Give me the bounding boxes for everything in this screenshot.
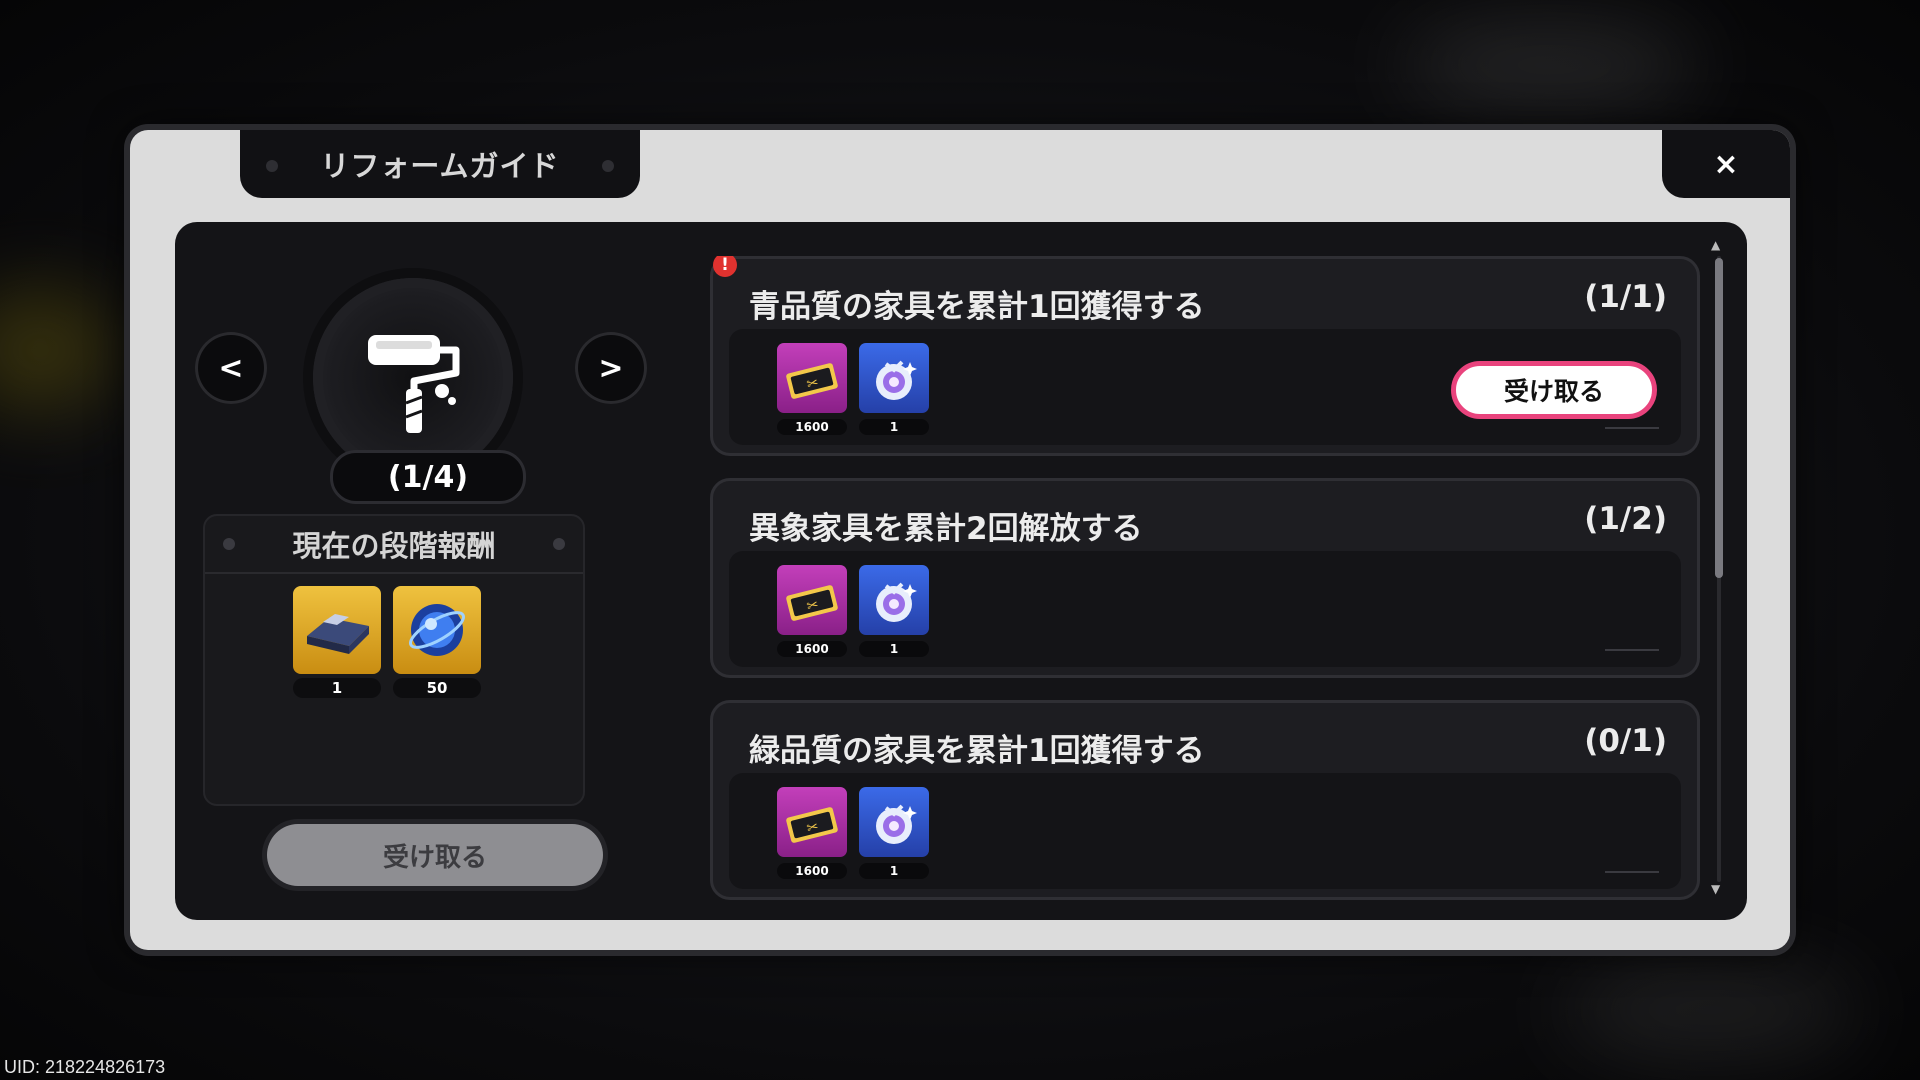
next-stage-button[interactable]: >: [575, 332, 647, 404]
scroll-up-icon: ▲: [1711, 238, 1721, 252]
paint-roller-icon: [368, 335, 460, 433]
decor-dot: [223, 538, 235, 550]
current-stage-reward-header: 現在の段階報酬: [205, 516, 583, 574]
quest-reward-area: ✂ 1600 1: [729, 551, 1681, 667]
quest-reward-area: ✂ 1600 1 受け取る: [729, 329, 1681, 445]
reward-item-count: 1: [293, 678, 381, 698]
ticket-icon: ✂: [786, 807, 838, 843]
quest-reward-count: 1600: [777, 419, 847, 435]
quest-list: 青品質の家具を累計1回獲得する (1/1) ✂ 1600 1 受け取る ! 異象…: [710, 256, 1705, 908]
quest-reward-ticket[interactable]: ✂: [777, 343, 847, 413]
quest-list-scrollbar[interactable]: ▲ ▼: [1711, 238, 1723, 896]
chevron-left-icon: <: [218, 350, 244, 386]
quest-reward-count: 1: [859, 419, 929, 435]
claim-quest-button[interactable]: 受け取る: [1451, 361, 1657, 419]
quest-reward-area: ✂ 1600 1: [729, 773, 1681, 889]
gem-bag-icon: [876, 360, 917, 400]
quest-reward-ticket[interactable]: ✂: [777, 565, 847, 635]
decor-line: [1605, 427, 1659, 437]
current-stage-reward-title: 現在の段階報酬: [292, 529, 496, 563]
quest-reward-ticket[interactable]: ✂: [777, 787, 847, 857]
chevron-right-icon: >: [598, 350, 624, 386]
quest-reward-count: 1600: [777, 863, 847, 879]
quest-card: 緑品質の家具を累計1回獲得する (0/1) ✂ 1600 1: [710, 700, 1700, 900]
reform-guide-dialog: リフォームガイド × < > (1/4) 現在の段階報酬 1 50 受け取る 青…: [130, 130, 1790, 950]
current-stage-reward-panel: 現在の段階報酬 1 50: [203, 514, 585, 806]
quest-title: 異象家具を累計2回解放する: [749, 511, 1143, 547]
quest-progress: (0/1): [1584, 723, 1667, 759]
bed-furniture-icon: [307, 614, 369, 654]
dialog-title-tab: リフォームガイド: [240, 130, 640, 198]
uid-label: UID: 218224826173: [4, 1057, 166, 1077]
background-blur: [1560, 960, 1860, 1060]
claim-stage-reward-button[interactable]: 受け取る: [267, 824, 603, 886]
close-icon: ×: [1713, 146, 1739, 182]
quest-card: 異象家具を累計2回解放する (1/2) ✂ 1600 1: [710, 478, 1700, 678]
scroll-down-icon: ▼: [1711, 882, 1721, 896]
reward-item-count: 50: [393, 678, 481, 698]
quest-reward-gem-bag[interactable]: [859, 565, 929, 635]
decor-dot: [602, 160, 614, 172]
reward-item-bed[interactable]: [293, 586, 381, 674]
quest-title: 青品質の家具を累計1回獲得する: [749, 289, 1205, 325]
quest-reward-gem-bag[interactable]: [859, 787, 929, 857]
stage-progress-badge: (1/4): [330, 450, 526, 504]
gem-bag-icon: [876, 804, 917, 844]
dialog-content: < > (1/4) 現在の段階報酬 1 50 受け取る 青品質の家具を累計1回獲…: [175, 222, 1747, 920]
alert-badge: !: [713, 256, 737, 277]
background-blur: [0, 290, 120, 410]
quest-reward-count: 1600: [777, 641, 847, 657]
quest-progress: (1/1): [1584, 279, 1667, 315]
claim-stage-reward-label: 受け取る: [382, 842, 487, 873]
quest-title: 緑品質の家具を累計1回獲得する: [749, 733, 1205, 769]
close-button[interactable]: ×: [1662, 130, 1790, 198]
quest-reward-count: 1: [859, 641, 929, 657]
gem-bag-icon: [876, 582, 917, 622]
blue-orb-icon: [409, 604, 465, 656]
reward-item-orb[interactable]: [393, 586, 481, 674]
quest-reward-count: 1: [859, 863, 929, 879]
quest-card: 青品質の家具を累計1回獲得する (1/1) ✂ 1600 1 受け取る !: [710, 256, 1700, 456]
quest-progress: (1/2): [1584, 501, 1667, 537]
claim-quest-label: 受け取る: [1503, 377, 1604, 406]
ticket-icon: ✂: [786, 363, 838, 399]
stage-emblem: [313, 278, 513, 478]
stage-progress-label: (1/4): [387, 459, 469, 495]
scroll-thumb[interactable]: [1715, 258, 1723, 578]
decor-line: [1605, 649, 1659, 659]
decor-line: [1605, 871, 1659, 881]
background-blur: [1400, 20, 1700, 110]
dialog-title: リフォームガイド: [320, 149, 560, 183]
decor-dot: [553, 538, 565, 550]
ticket-icon: ✂: [786, 585, 838, 621]
prev-stage-button[interactable]: <: [195, 332, 267, 404]
quest-reward-gem-bag[interactable]: [859, 343, 929, 413]
decor-dot: [266, 160, 278, 172]
